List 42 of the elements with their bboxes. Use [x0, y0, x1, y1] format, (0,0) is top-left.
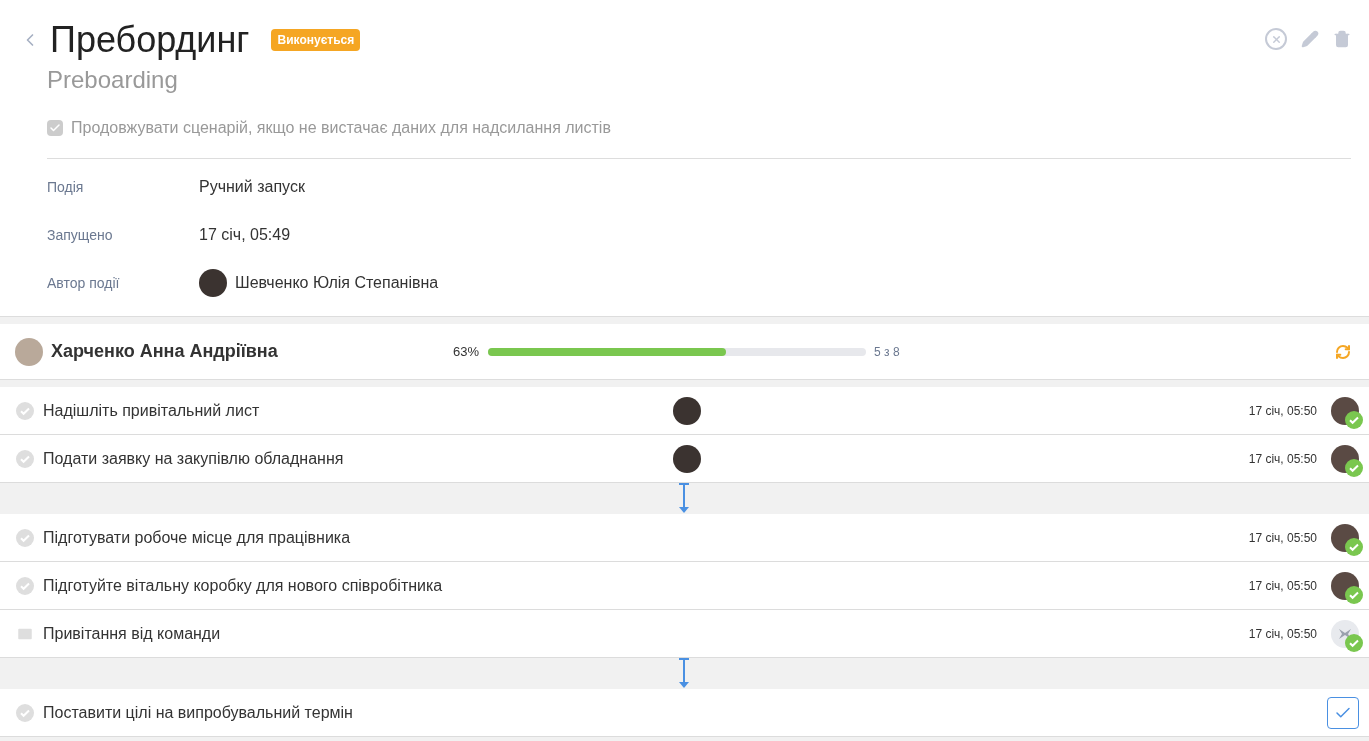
- task-title[interactable]: Привітання від команди: [43, 621, 221, 646]
- complete-button[interactable]: [1327, 696, 1359, 729]
- page-title: Пребординг: [50, 20, 250, 60]
- edit-button[interactable]: [1301, 28, 1319, 50]
- delete-button[interactable]: [1333, 28, 1351, 50]
- task-title[interactable]: Підготуйте вітальну коробку для нового співробітника: [43, 573, 443, 598]
- field-label: Подія: [47, 177, 85, 197]
- progress-count: 5 з 8: [874, 343, 900, 361]
- field-value: Ручний запуск: [199, 177, 305, 197]
- participant-name: Харченко Анна Андріївна: [51, 340, 279, 363]
- arrow-down-icon: [678, 483, 690, 514]
- check-circle-icon: [16, 576, 34, 595]
- arrow-down-icon: [678, 658, 690, 689]
- check-circle-icon: [16, 401, 34, 420]
- page-subtitle: Preboarding: [47, 65, 179, 95]
- pencil-icon: [1301, 30, 1319, 48]
- task-title[interactable]: Поставити цілі на випробувальний термін: [43, 700, 353, 725]
- completed-time: 17 січ, 05:50: [1248, 450, 1317, 468]
- field-value: 17 січ, 05:49: [199, 225, 291, 245]
- completed-time: 17 січ, 05:50: [1248, 625, 1317, 643]
- field-value: Шевченко Юлія Степанівна: [235, 273, 439, 293]
- field-label: Автор події: [47, 273, 121, 293]
- task-title[interactable]: Підготувати робоче місце для працівника: [43, 525, 351, 550]
- task-title[interactable]: Подати заявку на закупівлю обладнання: [43, 446, 344, 471]
- check-icon: [49, 122, 61, 134]
- progress-percent: 63%: [453, 342, 480, 361]
- status-badge: Виконується: [271, 29, 361, 51]
- checkbox-label: Продовжувати сценарій, якщо не вистачає даних для надсилання листів: [71, 118, 611, 138]
- completed-time: 17 січ, 05:50: [1248, 577, 1317, 595]
- field-label: Запущено: [47, 225, 114, 245]
- refresh-icon[interactable]: [1335, 343, 1351, 360]
- completed-time: 17 січ, 05:50: [1248, 402, 1317, 420]
- cancel-button[interactable]: [1265, 28, 1287, 50]
- avatar: [15, 337, 43, 366]
- completed-time: 17 січ, 05:50: [1248, 529, 1317, 547]
- check-circle-icon: [16, 528, 34, 547]
- close-icon: [1270, 33, 1282, 45]
- task-title[interactable]: Надішліть привітальний лист: [43, 398, 260, 423]
- trash-icon: [1333, 30, 1351, 48]
- checkbox[interactable]: [47, 120, 63, 136]
- check-circle-icon: [16, 703, 34, 722]
- check-circle-icon: [16, 449, 34, 468]
